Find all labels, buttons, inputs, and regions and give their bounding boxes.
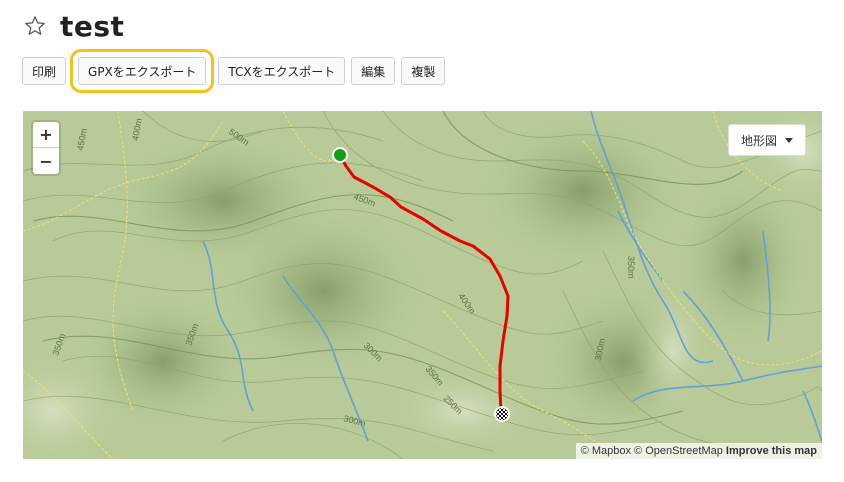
zoom-out-button[interactable]: −	[33, 148, 59, 174]
title-row: test	[24, 8, 124, 44]
contour-elevation-label: 350m	[626, 256, 636, 279]
edit-button[interactable]: 編集	[351, 57, 396, 85]
map-layer-label: 地形図	[740, 133, 777, 148]
map-attribution: © Mapbox © OpenStreetMap Improve this ma…	[575, 443, 822, 459]
export-gpx-button[interactable]: GPXをエクスポート	[69, 49, 215, 93]
osm-attribution-link[interactable]: © OpenStreetMap	[634, 445, 723, 457]
map-layer-dropdown[interactable]: 地形図	[727, 124, 806, 156]
improve-map-link[interactable]: Improve this map	[726, 445, 817, 457]
mapbox-attribution-link[interactable]: © Mapbox	[581, 445, 631, 457]
zoom-control: + −	[33, 122, 59, 174]
caret-down-icon	[785, 137, 793, 143]
finish-marker	[494, 406, 510, 422]
start-marker	[332, 147, 348, 163]
print-button[interactable]: 印刷	[22, 57, 67, 85]
export-tcx-button[interactable]: TCXをエクスポート	[218, 57, 346, 85]
page-title: test	[60, 9, 125, 43]
toolbar: 印刷 GPXをエクスポート TCXをエクスポート 編集 複製	[22, 49, 446, 93]
route-map[interactable]: 500m 450m 400m 450m 400m 350m 300m 350m 350m 250m…	[23, 111, 822, 459]
terrain-map-canvas: 500m450m 400m450m400m350m 300m350m350m250m…	[23, 111, 822, 459]
duplicate-button[interactable]: 複製	[401, 57, 446, 85]
zoom-in-button[interactable]: +	[33, 122, 59, 148]
star-outline-icon[interactable]	[24, 15, 46, 37]
